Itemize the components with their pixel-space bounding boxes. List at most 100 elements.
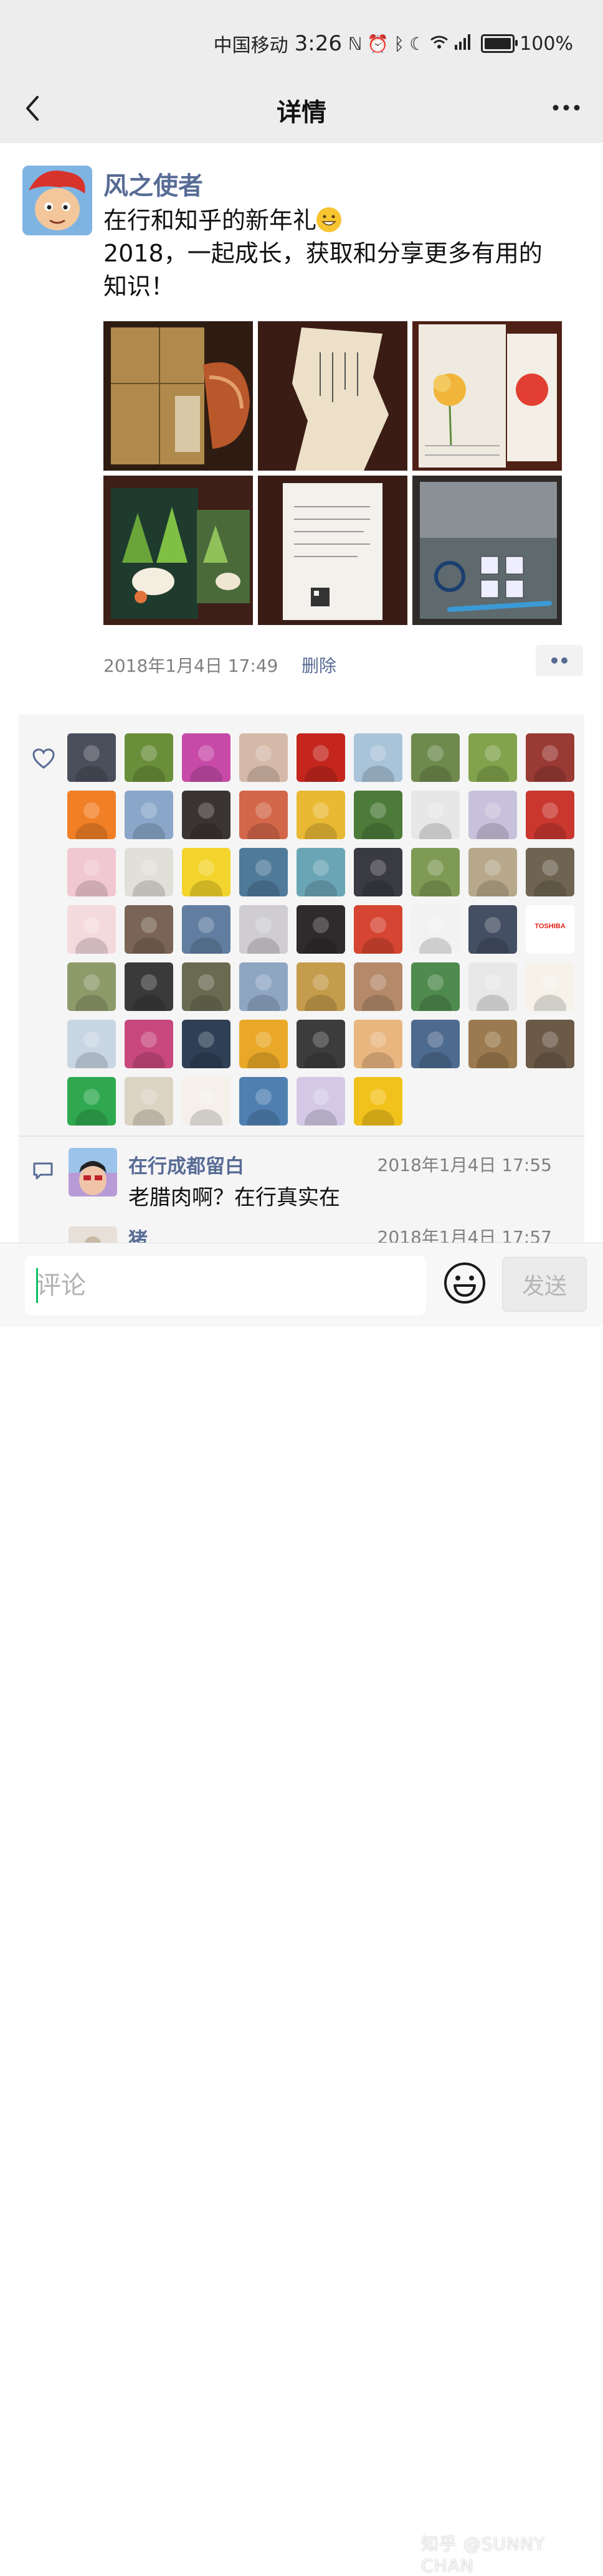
more-icon bbox=[553, 105, 580, 111]
liker-avatar[interactable] bbox=[182, 791, 230, 839]
liker-avatar[interactable] bbox=[297, 905, 345, 954]
liker-avatar[interactable] bbox=[67, 905, 116, 954]
liker-avatar[interactable] bbox=[239, 848, 288, 896]
liker-avatar[interactable] bbox=[411, 848, 460, 896]
liker-avatar[interactable] bbox=[468, 1020, 517, 1068]
liker-avatar[interactable] bbox=[67, 1077, 116, 1126]
liker-avatar[interactable] bbox=[125, 848, 173, 896]
liker-avatar[interactable] bbox=[239, 905, 288, 954]
liker-avatar[interactable] bbox=[297, 733, 345, 782]
wifi-icon bbox=[430, 34, 449, 54]
watermark: 知乎 @SUNNY CHAN bbox=[421, 2534, 546, 2576]
comment-icon bbox=[32, 1162, 54, 1180]
liker-avatar[interactable] bbox=[354, 791, 402, 839]
liker-avatar[interactable] bbox=[239, 791, 288, 839]
liker-avatar[interactable] bbox=[411, 733, 460, 782]
send-button[interactable]: 发送 bbox=[502, 1257, 587, 1312]
status-info: 中国移动 3:26 ℕ ⏰ ᛒ ☾ 100% bbox=[214, 30, 573, 57]
author-name[interactable]: 风之使者 bbox=[103, 166, 203, 202]
liker-avatar[interactable] bbox=[354, 1077, 402, 1126]
liker-avatar[interactable] bbox=[125, 905, 173, 954]
liker-avatar[interactable] bbox=[239, 962, 288, 1011]
battery-icon bbox=[481, 34, 518, 53]
liker-avatar[interactable] bbox=[411, 962, 460, 1011]
liker-avatar[interactable] bbox=[182, 1077, 230, 1126]
photo-paper-card[interactable] bbox=[258, 321, 407, 471]
liker-avatar[interactable] bbox=[468, 848, 517, 896]
photo-forest-illustration[interactable] bbox=[103, 476, 253, 625]
liker-avatar[interactable] bbox=[67, 791, 116, 839]
liker-avatar[interactable] bbox=[67, 848, 116, 896]
liker-avatar[interactable] bbox=[468, 733, 517, 782]
comment-time: 2018年1月4日 17:55 bbox=[377, 1155, 552, 1175]
text-caret bbox=[36, 1268, 38, 1303]
likes-section: TOSHIBA bbox=[19, 715, 584, 1135]
comment-input-bar: 发送 知乎 @SUNNY CHAN bbox=[0, 1243, 603, 2576]
delete-button[interactable]: 删除 bbox=[302, 652, 336, 677]
liker-avatar[interactable] bbox=[125, 1020, 173, 1068]
liker-avatar[interactable] bbox=[239, 1020, 288, 1068]
liker-avatar[interactable]: TOSHIBA bbox=[526, 905, 574, 954]
liker-avatar[interactable] bbox=[297, 962, 345, 1011]
liker-avatar[interactable] bbox=[468, 791, 517, 839]
liker-avatar[interactable] bbox=[526, 848, 574, 896]
grinning-emoji-icon bbox=[316, 207, 342, 232]
post-line: 2018，一起成长，获取和分享更多有用的 bbox=[103, 240, 543, 267]
comment-avatar[interactable] bbox=[69, 1226, 117, 1243]
liker-avatar[interactable] bbox=[411, 905, 460, 954]
liker-avatar[interactable] bbox=[354, 1020, 402, 1068]
comment-input[interactable] bbox=[25, 1256, 426, 1315]
liker-avatar[interactable] bbox=[182, 905, 230, 954]
liker-avatar[interactable] bbox=[411, 791, 460, 839]
liker-avatar[interactable] bbox=[239, 1077, 288, 1126]
liker-avatar[interactable] bbox=[182, 1020, 230, 1068]
liker-avatar[interactable] bbox=[526, 1020, 574, 1068]
liker-avatar[interactable] bbox=[468, 905, 517, 954]
liker-avatar[interactable] bbox=[526, 962, 574, 1011]
liker-avatar[interactable] bbox=[526, 791, 574, 839]
liker-avatar[interactable] bbox=[67, 733, 116, 782]
comments-section: 在行成都留白 2018年1月4日 17:55 老腊肉啊？在行真实在 猪 2018… bbox=[19, 1137, 584, 1243]
post-actions-button[interactable] bbox=[536, 645, 583, 676]
liker-avatar[interactable] bbox=[125, 733, 173, 782]
carrier-label: 中国移动 bbox=[213, 35, 288, 57]
liker-avatar[interactable] bbox=[354, 905, 402, 954]
photo-letter-card[interactable] bbox=[258, 476, 407, 625]
liker-avatar[interactable] bbox=[297, 1077, 345, 1126]
photo-grid bbox=[103, 321, 562, 625]
comment-avatar[interactable] bbox=[69, 1148, 117, 1196]
emoji-button[interactable] bbox=[442, 1261, 487, 1305]
liker-avatar[interactable] bbox=[297, 848, 345, 896]
photo-kraft-gift-bag[interactable] bbox=[103, 321, 253, 471]
comment-author[interactable]: 在行成都留白 bbox=[128, 1150, 244, 1178]
liker-avatar[interactable] bbox=[297, 1020, 345, 1068]
post-line: 在行和知乎的新年礼 bbox=[103, 204, 577, 237]
status-bar: 中国移动 3:26 ℕ ⏰ ᛒ ☾ 100% bbox=[0, 0, 603, 73]
liker-avatar[interactable] bbox=[182, 733, 230, 782]
liker-avatar[interactable] bbox=[182, 962, 230, 1011]
liker-avatar[interactable] bbox=[239, 733, 288, 782]
liker-avatar[interactable] bbox=[182, 848, 230, 896]
more-button[interactable] bbox=[551, 98, 582, 117]
page-title: 详情 bbox=[277, 98, 326, 127]
liker-avatar[interactable] bbox=[67, 962, 116, 1011]
liker-avatar[interactable] bbox=[297, 791, 345, 839]
liker-avatar[interactable] bbox=[125, 791, 173, 839]
liker-avatar[interactable] bbox=[354, 962, 402, 1011]
liker-avatar[interactable] bbox=[354, 733, 402, 782]
author-avatar[interactable] bbox=[22, 166, 92, 235]
liker-avatar-grid: TOSHIBA bbox=[67, 733, 584, 1126]
liker-avatar[interactable] bbox=[125, 962, 173, 1011]
liker-avatar[interactable] bbox=[125, 1077, 173, 1126]
comment-time: 2018年1月4日 17:57 bbox=[377, 1227, 552, 1243]
liker-avatar[interactable] bbox=[411, 1020, 460, 1068]
photo-flower-calendar[interactable] bbox=[412, 321, 562, 471]
liker-avatar[interactable] bbox=[468, 962, 517, 1011]
two-dots-icon bbox=[551, 657, 567, 664]
post-timestamp: 2018年1月4日 17:49 bbox=[103, 656, 278, 676]
liker-avatar[interactable] bbox=[67, 1020, 116, 1068]
liker-avatar[interactable] bbox=[526, 733, 574, 782]
liker-avatar[interactable] bbox=[354, 848, 402, 896]
photo-metal-tin-box[interactable] bbox=[412, 476, 562, 625]
comment-author[interactable]: 猪 bbox=[128, 1224, 148, 1243]
